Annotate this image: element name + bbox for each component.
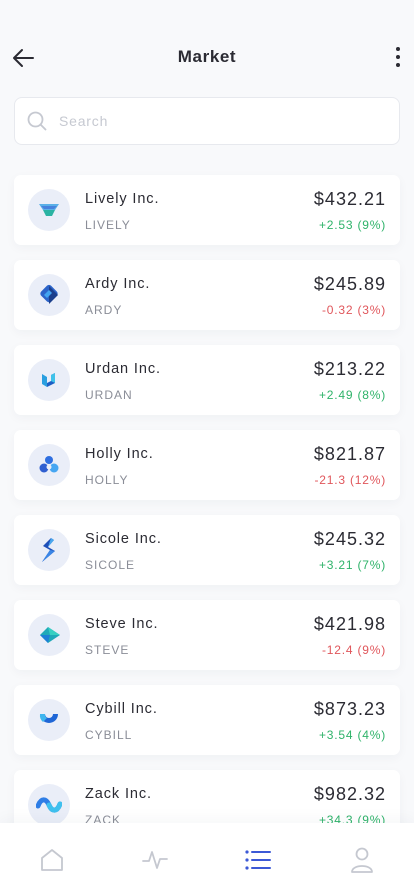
tab-profile[interactable]: [347, 845, 377, 875]
activity-icon: [142, 851, 168, 869]
stock-change: -12.4 (9%): [321, 643, 386, 657]
stock-name: Ardy Inc.: [85, 276, 151, 292]
more-options-button[interactable]: [390, 44, 406, 70]
stock-row-holly[interactable]: Holly Inc. HOLLY $821.87 -21.3 (12%): [14, 430, 400, 500]
tab-list[interactable]: [243, 845, 273, 875]
stock-change: -0.32 (3%): [321, 303, 386, 317]
stock-price: $873.23: [313, 699, 386, 719]
stock-row-sicole[interactable]: Sicole Inc. SICOLE $245.32 +3.21 (7%): [14, 515, 400, 585]
stock-row-steve[interactable]: Steve Inc. STEVE $421.98 -12.4 (9%): [14, 600, 400, 670]
cybill-logo-icon: [28, 699, 70, 741]
stock-ticker: URDAN: [85, 388, 133, 402]
search-input[interactable]: [59, 113, 359, 129]
stock-name: Steve Inc.: [85, 616, 159, 632]
stock-change: +2.53 (9%): [318, 218, 386, 232]
stock-name: Urdan Inc.: [85, 361, 161, 377]
stock-price: $245.32: [313, 529, 386, 549]
home-icon: [41, 849, 63, 871]
search-icon: [27, 111, 47, 131]
stock-name: Holly Inc.: [85, 446, 154, 462]
stock-price: $421.98: [313, 614, 386, 634]
ardy-logo-icon: [28, 274, 70, 316]
stock-ticker: HOLLY: [85, 473, 129, 487]
stock-change: +2.49 (8%): [318, 388, 386, 402]
zack-logo-icon: [28, 784, 70, 826]
header: Market: [0, 0, 414, 96]
stock-name: Lively Inc.: [85, 191, 160, 207]
stock-name: Sicole Inc.: [85, 531, 162, 547]
stock-ticker: CYBILL: [85, 728, 133, 742]
stock-price: $213.22: [313, 359, 386, 379]
stock-change: -21.3 (12%): [314, 473, 386, 487]
stock-ticker: SICOLE: [85, 558, 136, 572]
stock-name: Cybill Inc.: [85, 701, 158, 717]
tab-activity[interactable]: [140, 845, 170, 875]
page-title: Market: [177, 47, 237, 66]
stock-price: $982.32: [313, 784, 386, 804]
stock-price: $821.87: [313, 444, 386, 464]
stock-row-urdan[interactable]: Urdan Inc. URDAN $213.22 +2.49 (8%): [14, 345, 400, 415]
urdan-logo-icon: [28, 359, 70, 401]
tab-home[interactable]: [37, 845, 67, 875]
sicole-logo-icon: [28, 529, 70, 571]
lively-logo-icon: [28, 189, 70, 231]
bottom-tab-bar: [0, 823, 414, 896]
stock-row-cybill[interactable]: Cybill Inc. CYBILL $873.23 +3.54 (4%): [14, 685, 400, 755]
holly-logo-icon: [28, 444, 70, 486]
stock-ticker: LIVELY: [85, 218, 131, 232]
steve-logo-icon: [28, 614, 70, 656]
stock-price: $245.89: [313, 274, 386, 294]
stock-name: Zack Inc.: [85, 786, 152, 802]
stock-ticker: ARDY: [85, 303, 123, 317]
stock-change: +3.21 (7%): [318, 558, 386, 572]
list-icon: [245, 850, 271, 870]
user-icon: [351, 847, 373, 873]
stock-ticker: STEVE: [85, 643, 130, 657]
stock-change: +3.54 (4%): [318, 728, 386, 742]
stock-row-lively[interactable]: Lively Inc. LIVELY $432.21 +2.53 (9%): [14, 175, 400, 245]
search-bar[interactable]: [14, 97, 400, 145]
stock-row-ardy[interactable]: Ardy Inc. ARDY $245.89 -0.32 (3%): [14, 260, 400, 330]
stock-price: $432.21: [313, 189, 386, 209]
more-vertical-icon: [396, 47, 400, 51]
stock-list: Lively Inc. LIVELY $432.21 +2.53 (9%) Ar…: [14, 175, 400, 855]
